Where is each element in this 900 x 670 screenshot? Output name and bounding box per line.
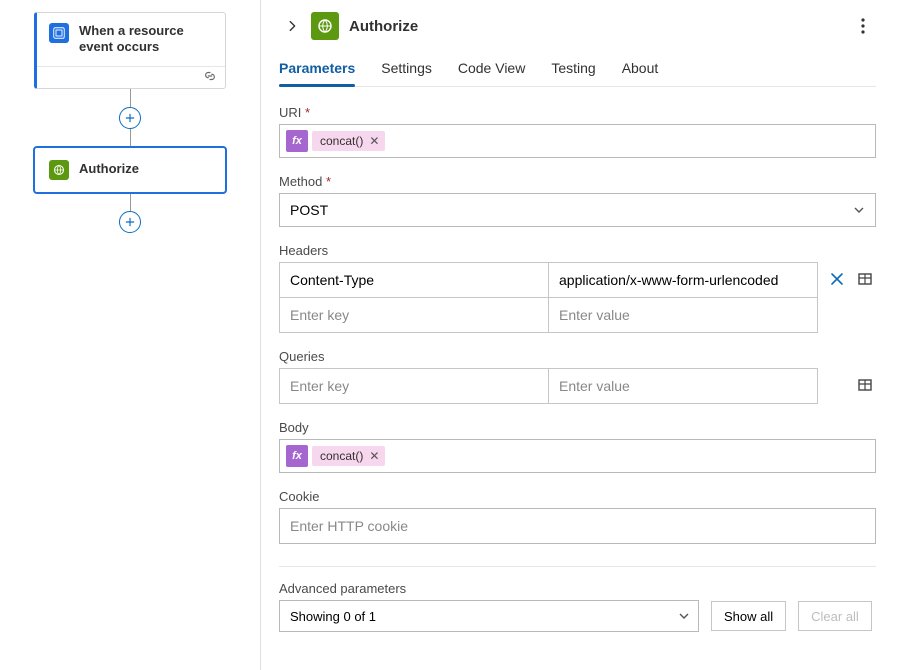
fx-icon: fx <box>286 130 308 152</box>
query-row-empty <box>279 368 818 404</box>
queries-label: Queries <box>279 349 876 364</box>
uri-label: URI * <box>279 105 876 120</box>
collapse-panel-button[interactable] <box>279 13 305 39</box>
cookie-input[interactable] <box>279 508 876 544</box>
add-step-button-2[interactable] <box>119 211 141 233</box>
link-icon <box>203 69 217 86</box>
query-value-input[interactable] <box>548 368 818 404</box>
divider <box>279 566 876 567</box>
tab-about[interactable]: About <box>622 54 659 86</box>
node-trigger-title: When a resource event occurs <box>79 23 213 56</box>
add-step-button-1[interactable] <box>119 107 141 129</box>
tab-testing[interactable]: Testing <box>551 54 595 86</box>
body-token[interactable]: concat() ✕ <box>312 446 385 466</box>
headers-label: Headers <box>279 243 876 258</box>
more-options-button[interactable] <box>850 13 876 39</box>
advanced-select[interactable]: Showing 0 of 1 <box>279 600 699 632</box>
header-key-input[interactable] <box>279 297 549 333</box>
node-authorize-title: Authorize <box>79 161 139 177</box>
body-input[interactable]: fx concat() ✕ <box>279 439 876 473</box>
http-icon <box>49 160 69 180</box>
query-key-input[interactable] <box>279 368 549 404</box>
cookie-label: Cookie <box>279 489 876 504</box>
remove-header-button[interactable] <box>826 268 848 290</box>
header-row <box>279 262 818 298</box>
node-trigger[interactable]: When a resource event occurs <box>34 12 226 89</box>
event-grid-icon <box>49 23 69 43</box>
method-label: Method * <box>279 174 876 189</box>
header-row-empty <box>279 298 818 333</box>
uri-input[interactable]: fx concat() ✕ <box>279 124 876 158</box>
properties-panel: Authorize Parameters Settings Code View … <box>260 0 900 670</box>
header-key-input[interactable] <box>279 262 549 298</box>
http-icon <box>311 12 339 40</box>
body-label: Body <box>279 420 876 435</box>
header-value-input[interactable] <box>548 262 818 298</box>
toggle-query-mode-button[interactable] <box>854 374 876 396</box>
show-all-button[interactable]: Show all <box>711 601 786 631</box>
tab-parameters[interactable]: Parameters <box>279 54 355 86</box>
header-value-input[interactable] <box>548 297 818 333</box>
panel-tabs: Parameters Settings Code View Testing Ab… <box>279 54 876 87</box>
method-select[interactable]: POST <box>279 193 876 227</box>
clear-all-button: Clear all <box>798 601 872 631</box>
uri-token[interactable]: concat() ✕ <box>312 131 385 151</box>
node-authorize[interactable]: Authorize <box>34 147 226 193</box>
workflow-canvas: When a resource event occurs Authorize <box>0 0 260 670</box>
toggle-header-mode-button[interactable] <box>854 268 876 290</box>
tab-codeview[interactable]: Code View <box>458 54 525 86</box>
panel-title: Authorize <box>349 18 850 35</box>
tab-settings[interactable]: Settings <box>381 54 432 86</box>
fx-icon: fx <box>286 445 308 467</box>
remove-token-icon[interactable]: ✕ <box>369 134 379 148</box>
remove-token-icon[interactable]: ✕ <box>369 449 379 463</box>
advanced-label: Advanced parameters <box>279 581 876 596</box>
